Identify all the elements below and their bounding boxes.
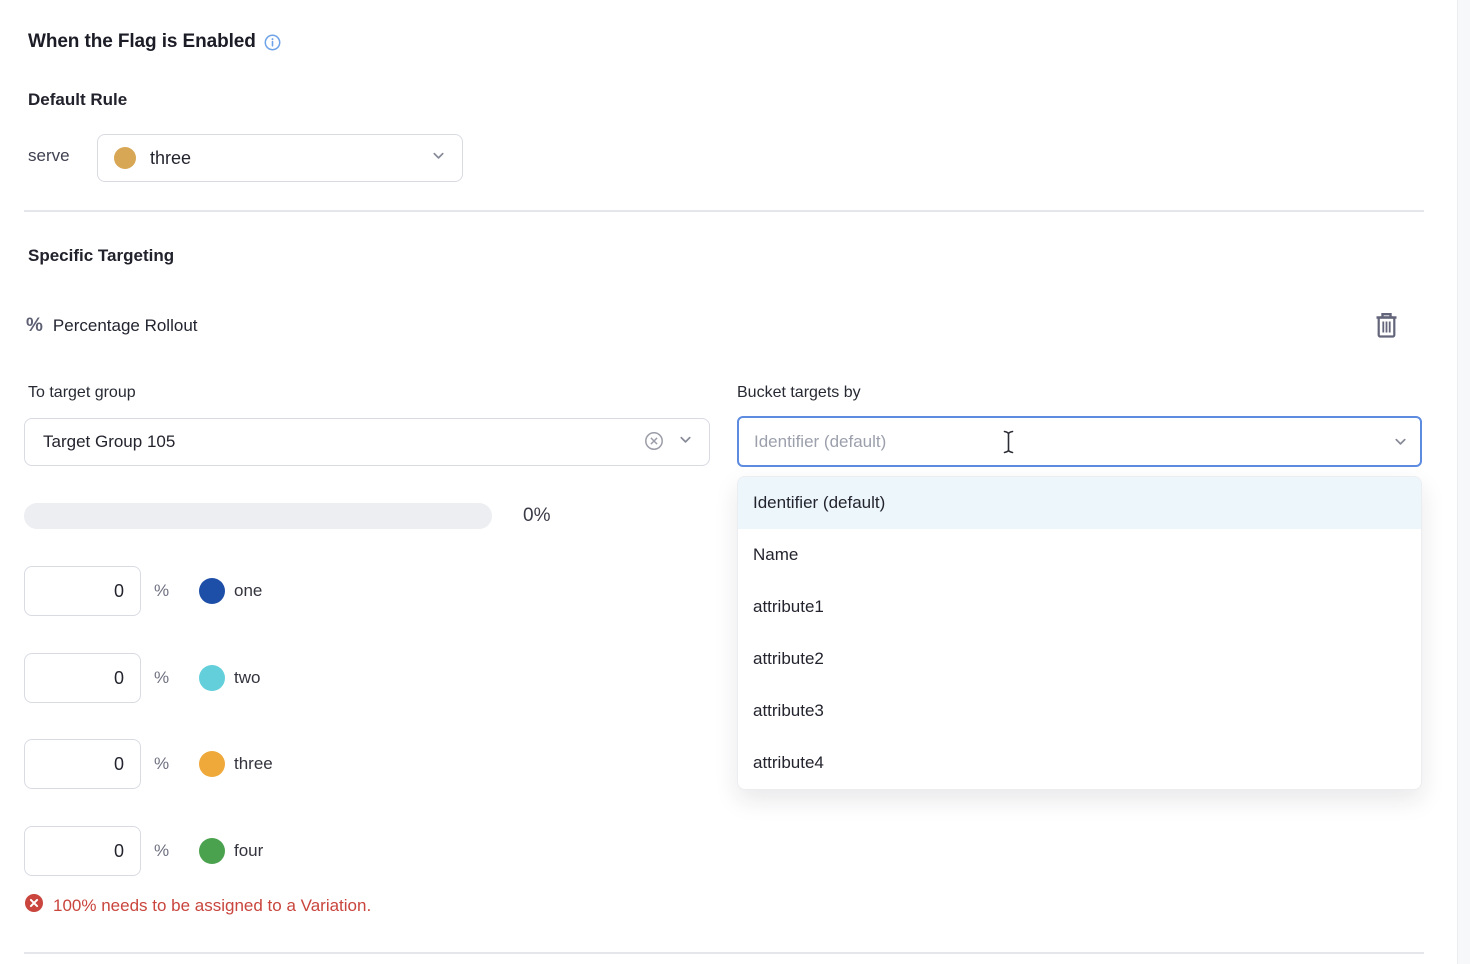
clear-selection-button[interactable] — [643, 430, 665, 455]
flag-targeting-page: When the Flag is Enabled Default Rule se… — [0, 0, 1470, 964]
page-title: When the Flag is Enabled — [28, 31, 256, 53]
target-group-value: Target Group 105 — [43, 432, 175, 452]
variation-name: two — [234, 668, 260, 688]
percent-unit-label: % — [154, 841, 169, 861]
info-icon[interactable] — [264, 34, 281, 51]
percent-icon: % — [26, 315, 43, 337]
variation-row-one: % one — [24, 566, 454, 616]
menu-option-attribute1[interactable]: attribute1 — [738, 581, 1421, 633]
menu-option-attribute3[interactable]: attribute3 — [738, 685, 1421, 737]
variation-color-dot — [114, 147, 136, 169]
percent-unit-label: % — [154, 668, 169, 688]
menu-option-attribute2[interactable]: attribute2 — [738, 633, 1421, 685]
variation-row-three: % three — [24, 739, 454, 789]
bucket-targets-input[interactable] — [737, 416, 1422, 467]
default-rule-heading: Default Rule — [28, 90, 127, 110]
variation-percent-input-four[interactable] — [24, 826, 141, 876]
page-edge-gutter — [1457, 0, 1470, 964]
variation-percent-input-three[interactable] — [24, 739, 141, 789]
variation-color-dot — [199, 838, 225, 864]
bucket-targets-label: Bucket targets by — [737, 384, 861, 402]
serve-label: serve — [28, 146, 70, 166]
percentage-rollout-header: % Percentage Rollout — [26, 315, 198, 337]
variation-color-dot — [199, 578, 225, 604]
target-group-label: To target group — [28, 384, 136, 402]
validation-error: 100% needs to be assigned to a Variation… — [24, 893, 371, 918]
chevron-down-icon — [431, 148, 446, 168]
rollout-progress-label: 0% — [523, 503, 550, 529]
variation-name: four — [234, 841, 263, 861]
percent-unit-label: % — [154, 754, 169, 774]
variation-percent-input-two[interactable] — [24, 653, 141, 703]
delete-rule-button[interactable] — [1372, 310, 1400, 342]
menu-option-identifier-default[interactable]: Identifier (default) — [738, 477, 1421, 529]
chevron-down-icon — [678, 432, 693, 452]
trash-icon — [1374, 311, 1399, 342]
specific-targeting-heading: Specific Targeting — [28, 246, 174, 266]
divider — [24, 952, 1424, 954]
variation-color-dot — [199, 665, 225, 691]
bucket-targets-field — [737, 416, 1422, 467]
variation-row-four: % four — [24, 826, 454, 876]
page-header: When the Flag is Enabled — [28, 31, 281, 53]
percentage-rollout-label: Percentage Rollout — [53, 316, 198, 336]
percent-unit-label: % — [154, 581, 169, 601]
rollout-progress-bar — [24, 503, 492, 529]
chevron-down-icon[interactable] — [1393, 434, 1408, 454]
serve-variation-value: three — [150, 148, 191, 169]
divider — [24, 210, 1424, 212]
variation-row-two: % two — [24, 653, 454, 703]
variation-color-dot — [199, 751, 225, 777]
error-icon — [24, 893, 44, 918]
target-group-select[interactable]: Target Group 105 — [24, 418, 710, 466]
variation-name: three — [234, 754, 273, 774]
menu-option-attribute4[interactable]: attribute4 — [738, 737, 1421, 789]
variation-name: one — [234, 581, 262, 601]
variation-percent-input-one[interactable] — [24, 566, 141, 616]
bucket-targets-menu: Identifier (default) Name attribute1 att… — [737, 476, 1422, 790]
circle-x-icon — [643, 430, 665, 455]
serve-variation-select[interactable]: three — [97, 134, 463, 182]
menu-option-name[interactable]: Name — [738, 529, 1421, 581]
error-message: 100% needs to be assigned to a Variation… — [53, 896, 371, 916]
